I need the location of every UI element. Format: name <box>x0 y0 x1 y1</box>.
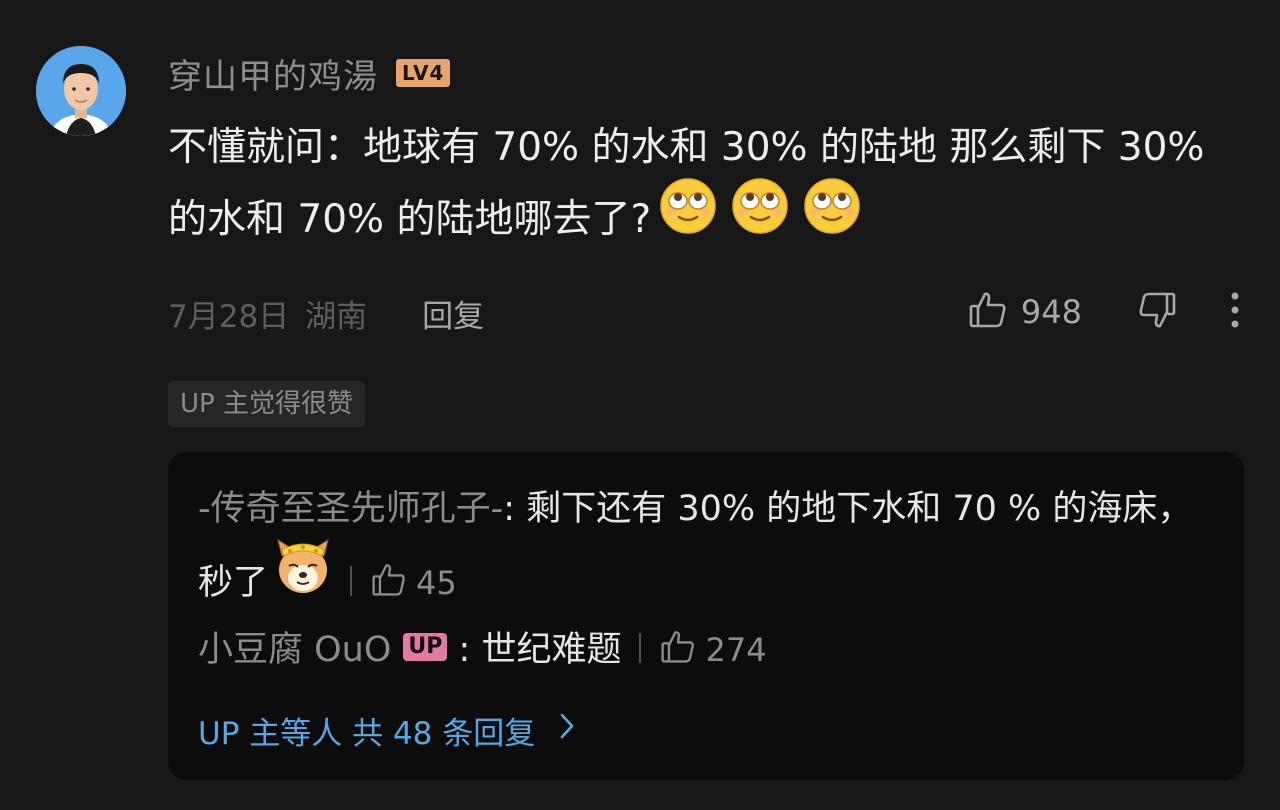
comment-actions: 948 <box>967 288 1240 336</box>
comment-date: 7月28日 <box>168 298 290 335</box>
dislike-button[interactable] <box>1136 289 1178 335</box>
avatar[interactable] <box>36 46 126 136</box>
rolling-eyes-emoji-2 <box>731 177 789 259</box>
more-replies-label: UP 主等人 共 48 条回复 <box>198 715 536 752</box>
view-more-replies-link[interactable]: UP 主等人 共 48 条回复 <box>198 702 575 758</box>
doge-emoji <box>274 536 332 622</box>
reply-separator: : <box>447 630 482 670</box>
chevron-right-icon <box>535 712 575 748</box>
like-count: 948 <box>1020 293 1082 331</box>
reply-like-button[interactable]: 45 <box>370 564 457 602</box>
thumbs-up-icon <box>661 631 695 663</box>
separator <box>350 566 353 596</box>
replies-preview[interactable]: -传奇至圣先师孔子-: 剩下还有 30% 的地下水和 70 % 的海床，秒了 4… <box>168 452 1244 780</box>
rolling-eyes-emoji-1 <box>659 177 717 259</box>
reply-author[interactable]: 小豆腐 OuO <box>198 630 391 670</box>
up-liked-tag: UP 主觉得很赞 <box>168 381 365 427</box>
up-badge: UP <box>403 633 448 661</box>
reply-like-count: 274 <box>705 631 767 669</box>
thumbs-down-icon <box>1136 289 1178 335</box>
comment-text: 不懂就问：地球有 70% 的水和 30% 的陆地 那么剩下 30% 的水和 70… <box>168 112 1228 259</box>
level-badge: LV4 <box>396 59 451 87</box>
thumbs-up-icon <box>372 564 405 596</box>
reply-author[interactable]: -传奇至圣先师孔子- <box>198 489 503 529</box>
comment-location: 湖南 <box>305 298 368 335</box>
like-button[interactable]: 948 <box>967 289 1082 335</box>
reply-item[interactable]: -传奇至圣先师孔子-: 剩下还有 30% 的地下水和 70 % 的海床，秒了 4… <box>198 472 1208 622</box>
username[interactable]: 穿山甲的鸡湯 <box>168 49 378 98</box>
rolling-eyes-emoji-3 <box>803 177 861 259</box>
reply-separator: : <box>503 489 527 529</box>
reply-like-button[interactable]: 274 <box>659 631 767 669</box>
comment-page: 穿山甲的鸡湯 LV4 不懂就问：地球有 70% 的水和 30% 的陆地 那么剩下… <box>0 0 1280 810</box>
separator <box>639 633 642 663</box>
reply-like-count: 45 <box>416 564 457 602</box>
comment-meta: 7月28日 湖南 回复 <box>168 290 484 336</box>
username-row: 穿山甲的鸡湯 LV4 <box>168 48 451 98</box>
reply-button[interactable]: 回复 <box>422 291 484 336</box>
reply-item[interactable]: 小豆腐 OuO UP : 世纪难题 274 <box>198 613 1208 687</box>
more-vertical-icon <box>1230 290 1240 334</box>
more-options-button[interactable] <box>1230 290 1240 334</box>
thumbs-up-icon <box>967 289 1009 335</box>
reply-text: 世纪难题 <box>481 630 622 670</box>
